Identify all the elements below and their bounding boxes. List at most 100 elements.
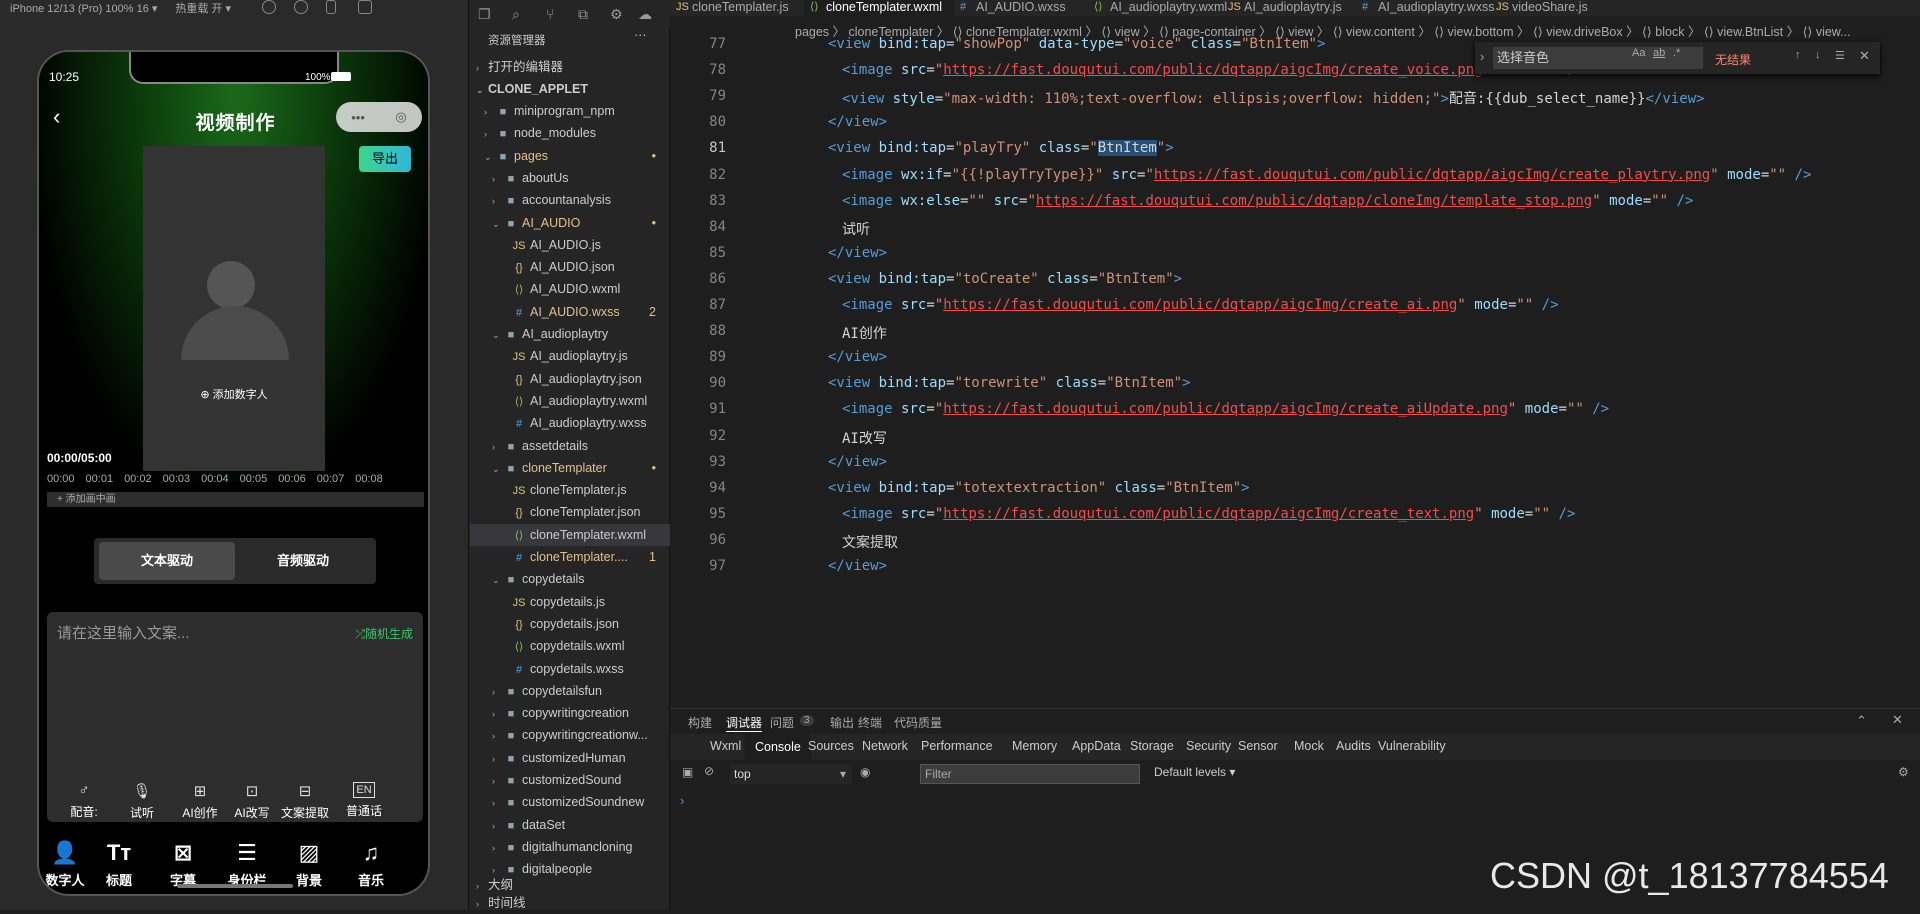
devtools-tab[interactable]: Sensor bbox=[1238, 739, 1278, 753]
cloud-icon[interactable]: ☁ bbox=[638, 6, 652, 23]
selection-icon[interactable]: ☰ bbox=[1835, 49, 1845, 62]
export-button[interactable]: 导出 bbox=[359, 146, 411, 172]
match-case-icon[interactable]: Aa bbox=[1632, 47, 1645, 59]
tree-file[interactable]: # AI_AUDIO.wxss 2 bbox=[470, 301, 670, 323]
editor-tab[interactable]: JS videoShare.js bbox=[1490, 0, 1624, 16]
add-human-button[interactable]: ⊕ 添加数字人 bbox=[143, 386, 325, 402]
tree-folder[interactable]: ⌄ ■ AI_AUDIO • bbox=[470, 212, 670, 234]
devtools-tab[interactable]: Audits bbox=[1336, 739, 1371, 753]
phone-icon[interactable] bbox=[326, 0, 336, 14]
tab-music[interactable]: ♫ 音乐 bbox=[341, 840, 401, 889]
panel-tab[interactable]: 终端 bbox=[858, 714, 882, 731]
tree-folder[interactable]: › ■ copywritingcreation bbox=[470, 702, 670, 724]
tab-background[interactable]: ▨ 背景 bbox=[279, 840, 339, 889]
git-icon[interactable]: ⑂ bbox=[546, 6, 554, 22]
code-line[interactable]: </view> bbox=[828, 454, 887, 470]
script-input[interactable]: 请在这里输入文案... ⤮随机生成 ♂ 配音: 🎙 试听 ⊞ AI创作 ⊡ AI改写 ⊟… bbox=[47, 612, 423, 822]
random-generate-button[interactable]: ⤮随机生成 bbox=[355, 625, 413, 642]
tree-file[interactable]: {} AI_audioplaytry.json bbox=[470, 368, 670, 390]
tree-folder[interactable]: › ■ digitalhumancloning bbox=[470, 836, 670, 858]
tree-file[interactable]: # cloneTemplater.... 1 bbox=[470, 546, 670, 568]
tool-ai-create[interactable]: ⊞ AI创作 bbox=[175, 782, 225, 821]
devtools-tab[interactable]: Wxml bbox=[710, 739, 741, 753]
tree-folder[interactable]: ⌄ ■ pages • bbox=[470, 145, 670, 167]
code-line[interactable]: <view bind:tap="playTry" class="BtnItem"… bbox=[828, 140, 1174, 157]
tree-folder[interactable]: ⌄ ■ cloneTemplater • bbox=[470, 457, 670, 479]
tree-folder[interactable]: › ■ copydetailsfun bbox=[470, 680, 670, 702]
devtools-tab[interactable]: Mock bbox=[1294, 739, 1324, 753]
code-line[interactable]: </view> bbox=[828, 245, 887, 261]
window-icon[interactable] bbox=[358, 0, 372, 14]
console-prompt[interactable]: › bbox=[680, 793, 684, 808]
tree-folder[interactable]: › ■ dataSet bbox=[470, 814, 670, 836]
debug-icon[interactable]: ⚙ bbox=[610, 6, 623, 23]
tree-folder[interactable]: › ■ miniprogram_npm bbox=[470, 100, 670, 122]
more-icon[interactable]: ••• bbox=[351, 110, 365, 125]
log-levels-select[interactable]: Default levels ▾ bbox=[1154, 765, 1235, 779]
panel-tab[interactable]: 问题 bbox=[770, 714, 794, 731]
code-view[interactable]: 77 <view bind:tap="showPop" data-type="vo… bbox=[670, 36, 1920, 706]
tool-ai-rewrite[interactable]: ⊡ AI改写 bbox=[227, 782, 277, 821]
tree-file[interactable]: JS AI_audioplaytry.js bbox=[470, 345, 670, 367]
close-icon[interactable]: ✕ bbox=[1859, 48, 1870, 64]
devtools-tab[interactable]: Vulnerability bbox=[1378, 739, 1446, 753]
clear-console-icon[interactable]: ⊘ bbox=[704, 764, 714, 778]
tree-file[interactable]: ⟨⟩ AI_AUDIO.wxml bbox=[470, 278, 670, 300]
files-icon[interactable]: ❐ bbox=[478, 6, 491, 23]
tree-folder[interactable]: ⌄ ■ AI_audioplaytry bbox=[470, 323, 670, 345]
tree-file[interactable]: JS copydetails.js bbox=[470, 591, 670, 613]
tab-id-bar[interactable]: ☰ 身份栏 bbox=[217, 840, 277, 889]
devtools-tab[interactable]: Console bbox=[745, 734, 811, 760]
tree-folder[interactable]: › ■ customizedSound bbox=[470, 769, 670, 791]
refresh-icon[interactable] bbox=[262, 0, 276, 14]
chevron-right-icon[interactable]: › bbox=[1480, 49, 1484, 64]
text-drive-tab[interactable]: 文本驱动 bbox=[99, 542, 235, 580]
editor-tab[interactable]: ⟨⟩ AI_audioplaytry.wxml bbox=[1088, 0, 1227, 16]
devtools-tab[interactable]: AppData bbox=[1072, 739, 1121, 753]
settings-icon[interactable]: ⚙ bbox=[1898, 765, 1909, 779]
code-line[interactable]: <view bind:tap="showPop" data-type="voic… bbox=[828, 36, 1325, 52]
tree-folder[interactable]: › ■ node_modules bbox=[470, 122, 670, 144]
tool-text-extract[interactable]: ⊟ 文案提取 bbox=[277, 782, 333, 821]
regex-icon[interactable]: .* bbox=[1673, 47, 1680, 59]
tree-folder[interactable]: ⌄ ■ copydetails bbox=[470, 568, 670, 590]
code-line[interactable]: <view style="max-width: 110%;text-overfl… bbox=[842, 88, 1705, 108]
arrow-down-icon[interactable]: ↓ bbox=[1815, 49, 1821, 61]
whole-word-icon[interactable]: ab bbox=[1653, 47, 1665, 59]
code-line[interactable]: <image wx:if="{{!playTryType}}" src="htt… bbox=[842, 167, 1811, 183]
code-line[interactable]: 试听 bbox=[842, 219, 870, 239]
code-line[interactable]: <view bind:tap="totextextraction" class=… bbox=[828, 480, 1249, 496]
audio-drive-tab[interactable]: 音频驱动 bbox=[235, 542, 371, 580]
code-line[interactable]: <image src="https://fast.douqutui.com/pu… bbox=[842, 401, 1609, 417]
chevron-up-icon[interactable]: ⌃ bbox=[1856, 713, 1867, 729]
tree-file[interactable]: JS cloneTemplater.js bbox=[470, 479, 670, 501]
code-line[interactable]: <image src="https://fast.douqutui.com/pu… bbox=[842, 62, 1584, 78]
tree-folder[interactable]: › ■ customizedHuman bbox=[470, 747, 670, 769]
panel-tab[interactable]: 构建 bbox=[688, 714, 712, 731]
close-mp-icon[interactable]: ◎ bbox=[395, 109, 406, 125]
code-line[interactable]: AI创作 bbox=[842, 323, 887, 343]
tree-file[interactable]: JS AI_AUDIO.js bbox=[470, 234, 670, 256]
open-editors-section[interactable]: › 打开的编辑器 bbox=[470, 56, 670, 78]
code-line[interactable]: <image wx:else="" src="https://fast.douq… bbox=[842, 193, 1693, 209]
devtools-tab[interactable]: Storage bbox=[1130, 739, 1174, 753]
devtools-tab[interactable]: Performance bbox=[921, 739, 993, 753]
editor-tab[interactable]: # AI_AUDIO.wxss bbox=[954, 0, 1088, 16]
tree-file[interactable]: {} cloneTemplater.json bbox=[470, 501, 670, 523]
panel-tab[interactable]: 3 bbox=[800, 715, 814, 726]
tree-file[interactable]: ⟨⟩ AI_audioplaytry.wxml bbox=[470, 390, 670, 412]
tree-folder[interactable]: › ■ copywritingcreationw... bbox=[470, 724, 670, 746]
hot-reload-toggle[interactable]: 热重载 开 ▾ bbox=[175, 0, 231, 16]
tree-file[interactable]: {} AI_AUDIO.json bbox=[470, 256, 670, 278]
panel-tab[interactable]: 调试器 bbox=[726, 714, 763, 732]
editor-tab[interactable]: # AI_audioplaytry.wxss bbox=[1356, 0, 1495, 16]
more-actions-icon[interactable]: ··· bbox=[634, 28, 647, 42]
editor-tab[interactable]: ⟨⟩ cloneTemplater.wxml bbox=[804, 0, 954, 16]
tree-file[interactable]: # copydetails.wxss bbox=[470, 658, 670, 680]
find-input[interactable]: 选择音色 bbox=[1493, 47, 1703, 69]
code-line[interactable]: <image src="https://fast.douqutui.com/pu… bbox=[842, 506, 1575, 522]
add-scene-track[interactable]: + 添加画中画 bbox=[47, 492, 424, 507]
timeline-section[interactable]: › 时间线 bbox=[470, 892, 670, 914]
tab-digital-human[interactable]: 👤 数字人 bbox=[39, 840, 95, 889]
stop-icon[interactable] bbox=[294, 0, 308, 14]
